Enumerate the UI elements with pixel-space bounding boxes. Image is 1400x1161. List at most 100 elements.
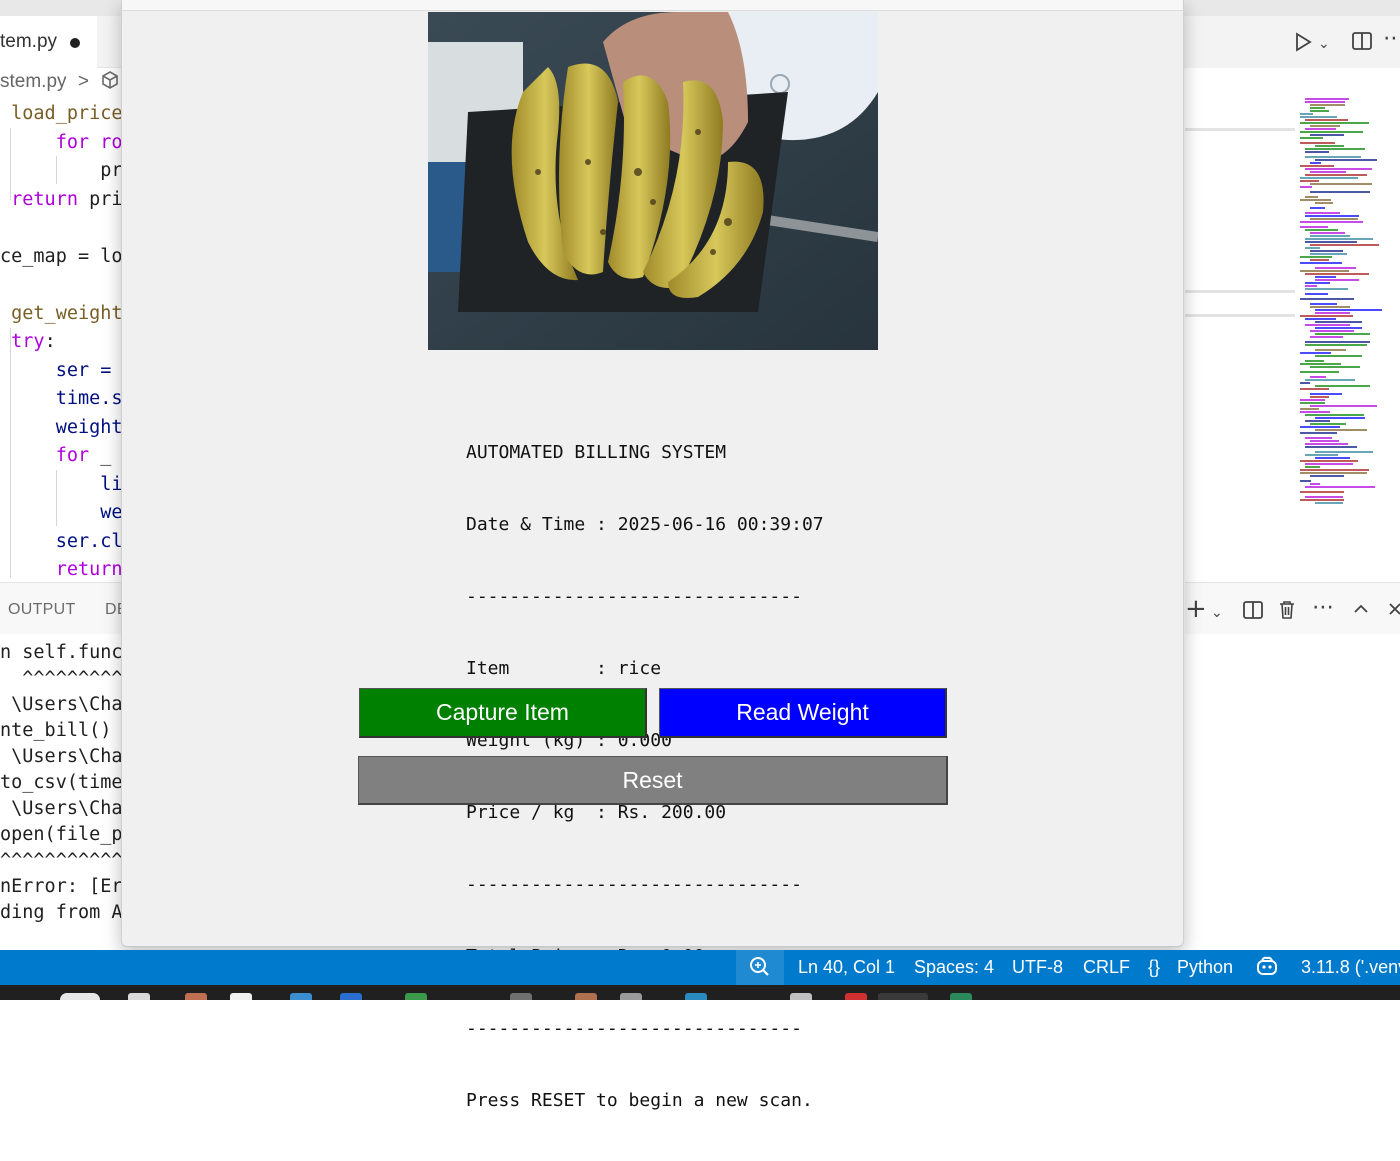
receipt-separator: ------------------------------- [466,1018,802,1039]
taskbar-app-icon[interactable] [290,993,312,1000]
minimap-line [1305,174,1368,176]
close-icon[interactable] [1387,599,1400,624]
chevron-up-icon[interactable] [1351,599,1371,624]
code-token: for ro [0,131,122,153]
status-bar: Ln 40, Col 1 Spaces: 4 UTF-8 CRLF {} Pyt… [0,950,1400,985]
taskbar-app-icon[interactable] [620,993,642,1000]
minimap-line [1315,417,1366,419]
taskbar-app-icon[interactable] [575,993,597,1000]
minimap-line [1310,107,1325,109]
minimap-line [1310,110,1330,112]
minimap-line [1305,360,1325,362]
indent-guide [56,470,57,526]
code-token: weight [0,416,122,438]
minimap-line [1315,457,1350,459]
chevron-down-icon[interactable]: ⌄ [1318,33,1330,55]
code-editor[interactable]: load_price for ro pr return pri ce_map = … [0,100,122,580]
taskbar-app-icon[interactable] [790,993,812,1000]
braces-icon[interactable]: {} [1148,957,1160,978]
code-line: for _ [0,442,122,471]
minimap-line [1305,128,1336,130]
minimap-line [1315,502,1344,504]
minimap-line [1310,232,1346,234]
new-terminal-icon[interactable]: + [1185,596,1207,622]
minimap-line [1305,443,1348,445]
code-line: for ro [0,129,122,158]
code-line: weight [0,414,122,443]
minimap-line [1300,165,1334,167]
sticky-scroll-shadow [1185,314,1295,317]
file-encoding[interactable]: UTF-8 [1012,957,1063,978]
unsaved-dot-icon[interactable] [70,38,80,48]
minimap-line [1305,437,1333,439]
start-button-icon[interactable] [60,993,100,1000]
indent-guide [10,328,11,578]
taskbar-app-icon[interactable] [510,993,532,1000]
terminal-output[interactable]: n self.func( ^^^^^^^^^^ \Users\Chat nte_b… [0,640,122,945]
split-terminal-icon[interactable] [1242,599,1264,626]
minimap-line [1305,463,1353,465]
minimap-line [1315,349,1346,351]
taskbar-app-icon[interactable] [685,993,707,1000]
code-token: ser.cl [0,530,122,552]
line-ending[interactable]: CRLF [1083,957,1130,978]
terminal-line: nError: [Err [0,876,122,897]
reset-button[interactable]: Reset [358,756,948,805]
zoom-icon[interactable] [736,950,784,985]
taskbar-app-icon[interactable] [128,993,150,1000]
trash-icon[interactable] [1277,599,1297,626]
minimap-line [1315,429,1367,431]
indentation-setting[interactable]: Spaces: 4 [914,957,994,978]
minimap-line [1300,177,1358,179]
minimap-line [1300,270,1350,272]
language-mode[interactable]: Python [1177,957,1233,978]
breadcrumb-file[interactable]: stem.py [0,71,67,93]
code-line: return pri [0,186,122,215]
code-token: ce_map = lo [0,245,122,267]
code-line: ce_map = lo [0,243,122,272]
taskbar-app-icon[interactable] [185,993,207,1000]
read-weight-button[interactable]: Read Weight [659,688,947,738]
minimap-line [1300,131,1364,133]
taskbar-app-icon[interactable] [340,993,362,1000]
minimap[interactable] [1300,98,1390,508]
minimap-line [1300,472,1367,474]
more-actions-icon[interactable]: ⋯ [1383,28,1400,50]
minimap-line [1310,207,1326,209]
code-line: time.s [0,385,122,414]
panel-tab-output[interactable]: OUTPUT [8,601,76,619]
code-token: li [0,473,122,495]
chevron-down-icon[interactable]: ⌄ [1211,602,1223,624]
editor-actions-bar: ⌄ ⋯ [1185,16,1400,68]
minimap-line [1305,288,1349,290]
windows-taskbar [0,985,1400,1000]
more-actions-icon[interactable]: ⋯ [1312,597,1334,619]
split-editor-icon[interactable] [1351,30,1373,57]
minimap-line [1305,486,1375,488]
minimap-line [1300,137,1324,139]
code-token: return [0,188,78,210]
python-interpreter[interactable]: 3.11.8 ('.venv [1301,957,1400,978]
code-token: time.s [0,388,122,409]
taskbar-app-icon[interactable] [845,993,867,1000]
editor-tab[interactable]: tem.py [0,16,97,68]
terminal-line: n self.func( [0,642,122,663]
zoom-indicator[interactable] [736,950,784,985]
code-token: we [0,502,122,523]
copilot-icon[interactable] [1255,955,1279,982]
code-line: load_price [0,100,122,129]
taskbar-app-icon[interactable] [230,993,252,1000]
minimap-line [1315,279,1360,281]
minimap-line [1310,440,1340,442]
cursor-position[interactable]: Ln 40, Col 1 [798,957,895,978]
code-line: ser = [0,357,122,386]
taskbar-app-icon-active[interactable] [878,993,928,1000]
capture-item-button[interactable]: Capture Item [359,688,647,738]
minimap-line [1305,341,1371,343]
taskbar-app-icon[interactable] [405,993,427,1000]
minimap-line [1305,379,1356,381]
minimap-line [1305,293,1329,295]
taskbar-app-icon[interactable] [950,993,972,1000]
run-icon[interactable] [1293,31,1313,58]
window-titlebar[interactable] [122,0,1183,11]
